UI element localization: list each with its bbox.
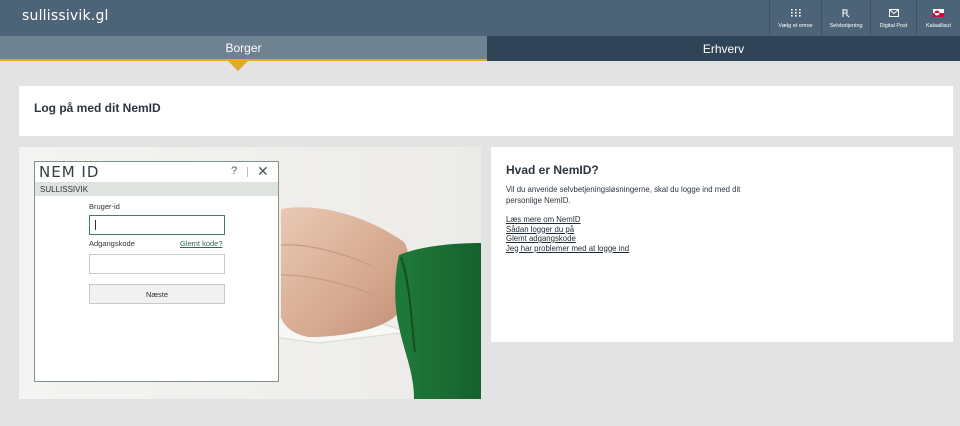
page-title: Log på med dit NemID	[34, 101, 161, 115]
info-description: Vil du anvende selvbetjeningsløsningerne…	[506, 185, 741, 205]
main-nav: Borger Erhverv	[0, 36, 960, 61]
selfservice-button[interactable]: Selvbetjening	[821, 0, 870, 36]
tab-borger[interactable]: Borger	[0, 36, 487, 61]
close-icon[interactable]: ✕	[257, 163, 269, 180]
login-panel: NEM ID ? ✕ SULLISSIVIK Bruger-id Adgangs…	[19, 147, 481, 399]
grid-icon	[790, 7, 801, 19]
greenland-flag-icon	[933, 7, 944, 19]
tab-erhverv[interactable]: Erhverv	[487, 36, 960, 61]
next-button[interactable]: Næste	[89, 284, 225, 304]
nemid-logo: NEM ID	[39, 163, 100, 181]
header-tools: Vælg et emne Selvbetjening Digital Post	[769, 0, 960, 36]
text-cursor	[95, 220, 96, 230]
forgot-password-link[interactable]: Glemt kode?	[180, 239, 223, 248]
nemid-header: NEM ID ? ✕	[35, 162, 278, 182]
site-logo[interactable]: sullissivik.gl	[22, 8, 109, 24]
selfservice-label: Selvbetjening	[829, 23, 863, 29]
link-how-to-login[interactable]: Sådan logger du på	[506, 225, 629, 235]
active-tab-indicator	[228, 61, 248, 71]
link-login-problems[interactable]: Jeg har problemer med at logge ind	[506, 244, 629, 254]
nemid-login-box: NEM ID ? ✕ SULLISSIVIK Bruger-id Adgangs…	[34, 161, 279, 382]
choose-topic-button[interactable]: Vælg et emne	[769, 0, 821, 36]
link-forgot-password[interactable]: Glemt adgangskode	[506, 234, 629, 244]
mail-icon	[888, 7, 899, 19]
top-bar: sullissivik.gl Vælg et emne Selvbetjenin…	[0, 0, 960, 36]
title-card: Log på med dit NemID	[19, 86, 953, 136]
password-label: Adgangskode	[89, 239, 135, 248]
language-label: Kalaallisut	[925, 23, 952, 29]
language-button[interactable]: Kalaallisut	[916, 0, 960, 36]
user-id-label: Bruger-id	[89, 202, 120, 211]
info-card: Hvad er NemID? Vil du anvende selvbetjen…	[491, 147, 953, 342]
choose-topic-label: Vælg et emne	[778, 23, 813, 29]
service-provider-name: SULLISSIVIK	[35, 182, 278, 196]
digital-post-button[interactable]: Digital Post	[870, 0, 916, 36]
info-title: Hvad er NemID?	[506, 163, 599, 177]
header-divider	[247, 167, 248, 177]
link-read-more[interactable]: Læs mere om NemID	[506, 215, 629, 225]
info-links: Læs mere om NemID Sådan logger du på Gle…	[506, 215, 629, 253]
password-input[interactable]	[89, 254, 225, 274]
user-id-input[interactable]	[89, 215, 225, 235]
digital-post-label: Digital Post	[879, 23, 908, 29]
help-icon[interactable]: ?	[231, 165, 237, 177]
selfservice-icon	[841, 7, 851, 19]
